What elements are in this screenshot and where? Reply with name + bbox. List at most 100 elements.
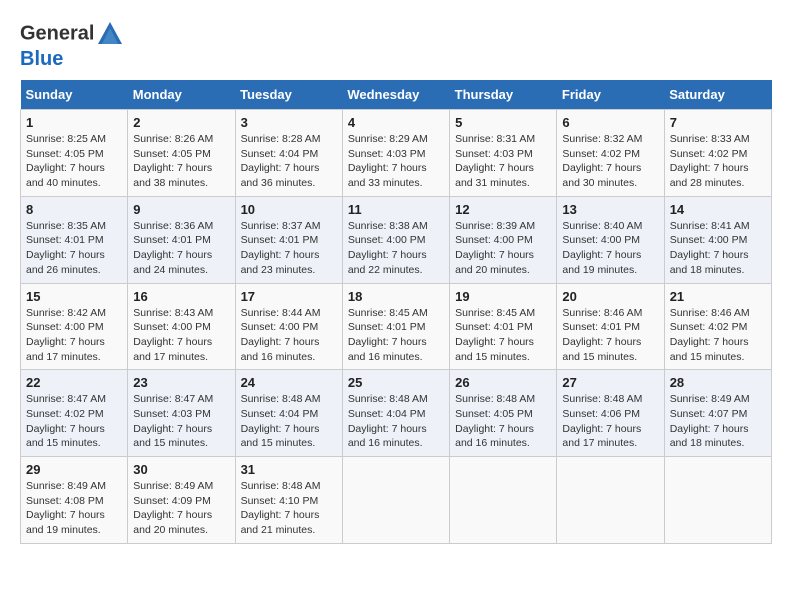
table-row: 15 Sunrise: 8:42 AMSunset: 4:00 PMDayligh… [21, 283, 128, 370]
day-info: Sunrise: 8:25 AMSunset: 4:05 PMDaylight:… [26, 133, 106, 189]
table-row: 26 Sunrise: 8:48 AMSunset: 4:05 PMDayligh… [450, 370, 557, 457]
day-info: Sunrise: 8:45 AMSunset: 4:01 PMDaylight:… [455, 307, 535, 363]
day-number: 22 [26, 375, 122, 390]
table-row: 16 Sunrise: 8:43 AMSunset: 4:00 PMDayligh… [128, 283, 235, 370]
day-number: 9 [133, 202, 229, 217]
table-row: 20Sunrise: 8:46 AMSunset: 4:01 PMDayligh… [557, 283, 664, 370]
weekday-label: Tuesday [235, 80, 342, 110]
logo-blue: Blue [20, 48, 63, 70]
day-info: Sunrise: 8:35 AMSunset: 4:01 PMDaylight:… [26, 220, 106, 276]
day-number: 4 [348, 115, 444, 130]
table-row: 13 Sunrise: 8:40 AMSunset: 4:00 PMDayligh… [557, 196, 664, 283]
weekday-label: Wednesday [342, 80, 449, 110]
table-row: 4Sunrise: 8:29 AMSunset: 4:03 PMDaylight… [342, 110, 449, 197]
table-row: 30Sunrise: 8:49 AMSunset: 4:09 PMDayligh… [128, 457, 235, 544]
table-row: 14 Sunrise: 8:41 AMSunset: 4:00 PMDayligh… [664, 196, 771, 283]
day-info: Sunrise: 8:39 AMSunset: 4:00 PMDaylight:… [455, 220, 535, 276]
day-number: 16 [133, 289, 229, 304]
day-number: 18 [348, 289, 444, 304]
day-info: Sunrise: 8:43 AMSunset: 4:00 PMDaylight:… [133, 307, 213, 363]
weekday-label: Saturday [664, 80, 771, 110]
day-info: Sunrise: 8:42 AMSunset: 4:00 PMDaylight:… [26, 307, 106, 363]
day-number: 8 [26, 202, 122, 217]
day-number: 30 [133, 462, 229, 477]
day-number: 7 [670, 115, 766, 130]
calendar-week-row: 29 Sunrise: 8:49 AMSunset: 4:08 PMDayligh… [21, 457, 772, 544]
day-number: 19 [455, 289, 551, 304]
day-number: 2 [133, 115, 229, 130]
calendar-week-row: 15 Sunrise: 8:42 AMSunset: 4:00 PMDayligh… [21, 283, 772, 370]
table-row: 24 Sunrise: 8:48 AMSunset: 4:04 PMDayligh… [235, 370, 342, 457]
day-info: Sunrise: 8:37 AMSunset: 4:01 PMDaylight:… [241, 220, 321, 276]
day-info: Sunrise: 8:48 AMSunset: 4:04 PMDaylight:… [348, 393, 428, 449]
page-header: General Blue [20, 20, 772, 70]
day-info: Sunrise: 8:48 AMSunset: 4:05 PMDaylight:… [455, 393, 535, 449]
day-info: Sunrise: 8:44 AMSunset: 4:00 PMDaylight:… [241, 307, 321, 363]
day-number: 15 [26, 289, 122, 304]
table-row: 7 Sunrise: 8:33 AMSunset: 4:02 PMDaylight… [664, 110, 771, 197]
logo-general: General [20, 22, 94, 44]
day-number: 23 [133, 375, 229, 390]
day-info: Sunrise: 8:46 AMSunset: 4:01 PMDaylight:… [562, 307, 642, 363]
day-info: Sunrise: 8:49 AMSunset: 4:08 PMDaylight:… [26, 480, 106, 536]
day-info: Sunrise: 8:49 AMSunset: 4:07 PMDaylight:… [670, 393, 750, 449]
table-row: 10Sunrise: 8:37 AMSunset: 4:01 PMDayligh… [235, 196, 342, 283]
day-info: Sunrise: 8:38 AMSunset: 4:00 PMDaylight:… [348, 220, 428, 276]
table-row: 27Sunrise: 8:48 AMSunset: 4:06 PMDayligh… [557, 370, 664, 457]
weekday-label: Friday [557, 80, 664, 110]
day-number: 17 [241, 289, 337, 304]
calendar-week-row: 8 Sunrise: 8:35 AMSunset: 4:01 PMDaylight… [21, 196, 772, 283]
day-info: Sunrise: 8:48 AMSunset: 4:10 PMDaylight:… [241, 480, 321, 536]
calendar-body: 1Sunrise: 8:25 AMSunset: 4:05 PMDaylight… [21, 110, 772, 544]
table-row: 2 Sunrise: 8:26 AMSunset: 4:05 PMDaylight… [128, 110, 235, 197]
table-row: 11Sunrise: 8:38 AMSunset: 4:00 PMDayligh… [342, 196, 449, 283]
logo-icon [96, 20, 124, 48]
weekday-label: Thursday [450, 80, 557, 110]
day-number: 5 [455, 115, 551, 130]
table-row [664, 457, 771, 544]
day-info: Sunrise: 8:28 AMSunset: 4:04 PMDaylight:… [241, 133, 321, 189]
weekday-label: Sunday [21, 80, 128, 110]
table-row: 19 Sunrise: 8:45 AMSunset: 4:01 PMDayligh… [450, 283, 557, 370]
calendar-week-row: 22 Sunrise: 8:47 AMSunset: 4:02 PMDayligh… [21, 370, 772, 457]
weekday-label: Monday [128, 80, 235, 110]
day-number: 6 [562, 115, 658, 130]
table-row: 5Sunrise: 8:31 AMSunset: 4:03 PMDaylight… [450, 110, 557, 197]
day-info: Sunrise: 8:26 AMSunset: 4:05 PMDaylight:… [133, 133, 213, 189]
day-info: Sunrise: 8:41 AMSunset: 4:00 PMDaylight:… [670, 220, 750, 276]
table-row: 17 Sunrise: 8:44 AMSunset: 4:00 PMDayligh… [235, 283, 342, 370]
table-row [557, 457, 664, 544]
table-row: 1Sunrise: 8:25 AMSunset: 4:05 PMDaylight… [21, 110, 128, 197]
day-number: 3 [241, 115, 337, 130]
table-row: 12Sunrise: 8:39 AMSunset: 4:00 PMDayligh… [450, 196, 557, 283]
day-number: 29 [26, 462, 122, 477]
table-row [450, 457, 557, 544]
day-number: 24 [241, 375, 337, 390]
logo: General Blue [20, 20, 124, 70]
calendar-week-row: 1Sunrise: 8:25 AMSunset: 4:05 PMDaylight… [21, 110, 772, 197]
day-number: 13 [562, 202, 658, 217]
day-info: Sunrise: 8:33 AMSunset: 4:02 PMDaylight:… [670, 133, 750, 189]
day-info: Sunrise: 8:40 AMSunset: 4:00 PMDaylight:… [562, 220, 642, 276]
day-number: 14 [670, 202, 766, 217]
table-row [342, 457, 449, 544]
day-number: 25 [348, 375, 444, 390]
day-info: Sunrise: 8:46 AMSunset: 4:02 PMDaylight:… [670, 307, 750, 363]
day-info: Sunrise: 8:48 AMSunset: 4:04 PMDaylight:… [241, 393, 321, 449]
day-info: Sunrise: 8:45 AMSunset: 4:01 PMDaylight:… [348, 307, 428, 363]
day-info: Sunrise: 8:32 AMSunset: 4:02 PMDaylight:… [562, 133, 642, 189]
table-row: 29 Sunrise: 8:49 AMSunset: 4:08 PMDayligh… [21, 457, 128, 544]
day-number: 28 [670, 375, 766, 390]
day-number: 26 [455, 375, 551, 390]
day-info: Sunrise: 8:47 AMSunset: 4:02 PMDaylight:… [26, 393, 106, 449]
day-number: 21 [670, 289, 766, 304]
day-number: 27 [562, 375, 658, 390]
day-info: Sunrise: 8:47 AMSunset: 4:03 PMDaylight:… [133, 393, 213, 449]
table-row: 9Sunrise: 8:36 AMSunset: 4:01 PMDaylight… [128, 196, 235, 283]
table-row: 25 Sunrise: 8:48 AMSunset: 4:04 PMDayligh… [342, 370, 449, 457]
day-number: 31 [241, 462, 337, 477]
weekday-header-row: SundayMondayTuesdayWednesdayThursdayFrid… [21, 80, 772, 110]
table-row: 3 Sunrise: 8:28 AMSunset: 4:04 PMDaylight… [235, 110, 342, 197]
table-row: 6 Sunrise: 8:32 AMSunset: 4:02 PMDaylight… [557, 110, 664, 197]
table-row: 23 Sunrise: 8:47 AMSunset: 4:03 PMDayligh… [128, 370, 235, 457]
